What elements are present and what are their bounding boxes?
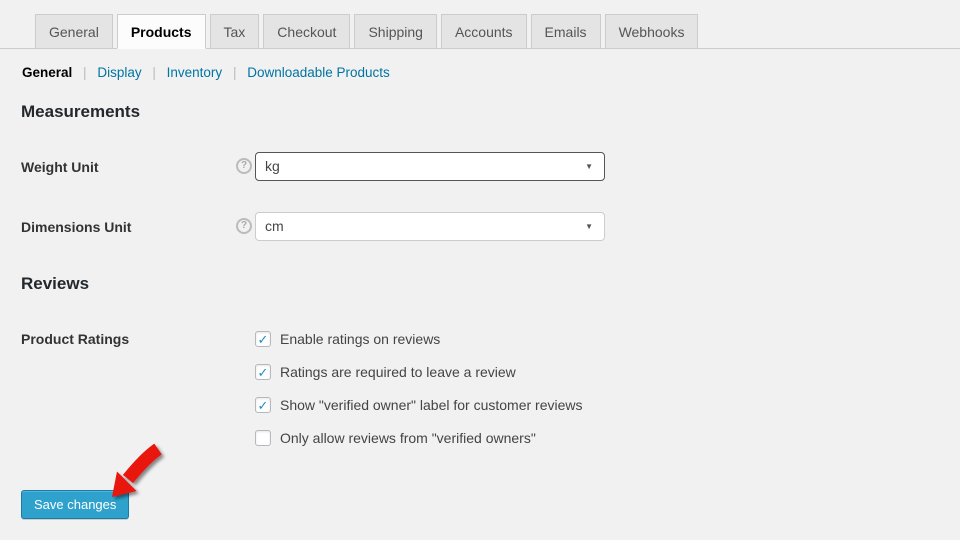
measurements-heading: Measurements	[21, 102, 141, 121]
tab-tax[interactable]: Tax	[209, 14, 260, 49]
subnav-separator: |	[152, 65, 156, 80]
tab-shipping[interactable]: Shipping	[354, 14, 437, 49]
tab-general[interactable]: General	[35, 14, 113, 49]
only-verified-owners-checkbox[interactable]	[255, 430, 271, 446]
tab-webhooks[interactable]: Webhooks	[604, 14, 699, 49]
subnav-item-inventory[interactable]: Inventory	[167, 65, 223, 80]
checkbox-label: Ratings are required to leave a review	[280, 364, 516, 380]
weight-unit-value: kg	[265, 158, 280, 174]
subnav-item-display[interactable]: Display	[97, 65, 141, 80]
checkbox-label: Enable ratings on reviews	[280, 331, 441, 347]
subnav-separator: |	[83, 65, 87, 80]
tab-checkout[interactable]: Checkout	[263, 14, 351, 49]
checkbox-row-only-verified-owners: Only allow reviews from "verified owners…	[255, 429, 536, 447]
enable-ratings-checkbox[interactable]: ✓	[255, 331, 271, 347]
checkbox-label: Only allow reviews from "verified owners…	[280, 430, 536, 446]
settings-tab-bar: General Products Tax Checkout Shipping Accoun…	[0, 0, 960, 49]
chevron-down-icon: ▼	[585, 222, 593, 231]
weight-unit-select[interactable]: kg ▼	[255, 152, 605, 181]
tab-accounts[interactable]: Accounts	[440, 14, 527, 49]
reviews-heading: Reviews	[21, 274, 90, 293]
tab-products[interactable]: Products	[116, 14, 206, 49]
checkbox-row-verified-owner-label: ✓ Show "verified owner" label for custom…	[255, 396, 583, 414]
dimensions-unit-value: cm	[265, 218, 284, 234]
dimensions-unit-label: Dimensions Unit	[21, 219, 132, 235]
weight-unit-help-icon[interactable]: ?	[236, 158, 252, 174]
verified-owner-label-checkbox[interactable]: ✓	[255, 397, 271, 413]
subnav-separator: |	[232, 65, 237, 80]
subnav-item-downloadable-products[interactable]: Downloadable Products	[247, 65, 390, 80]
subnav-item-general[interactable]: General	[22, 65, 72, 80]
checkbox-label: Show "verified owner" label for customer…	[280, 397, 583, 413]
checkbox-row-enable-ratings: ✓ Enable ratings on reviews	[255, 330, 440, 348]
tab-emails[interactable]: Emails	[530, 14, 601, 49]
dimensions-unit-select[interactable]: cm ▼	[255, 212, 605, 241]
products-subnav: General | Display | Inventory | Download…	[22, 65, 390, 80]
checkbox-row-ratings-required: ✓ Ratings are required to leave a review	[255, 363, 516, 381]
ratings-required-checkbox[interactable]: ✓	[255, 364, 271, 380]
save-changes-button[interactable]: Save changes	[21, 490, 130, 519]
chevron-down-icon: ▼	[585, 162, 593, 171]
product-ratings-label: Product Ratings	[21, 331, 130, 347]
woocommerce-settings-page: General Products Tax Checkout Shipping Accoun…	[0, 0, 960, 540]
weight-unit-label: Weight Unit	[21, 159, 99, 175]
dimensions-unit-help-icon[interactable]: ?	[236, 218, 252, 234]
